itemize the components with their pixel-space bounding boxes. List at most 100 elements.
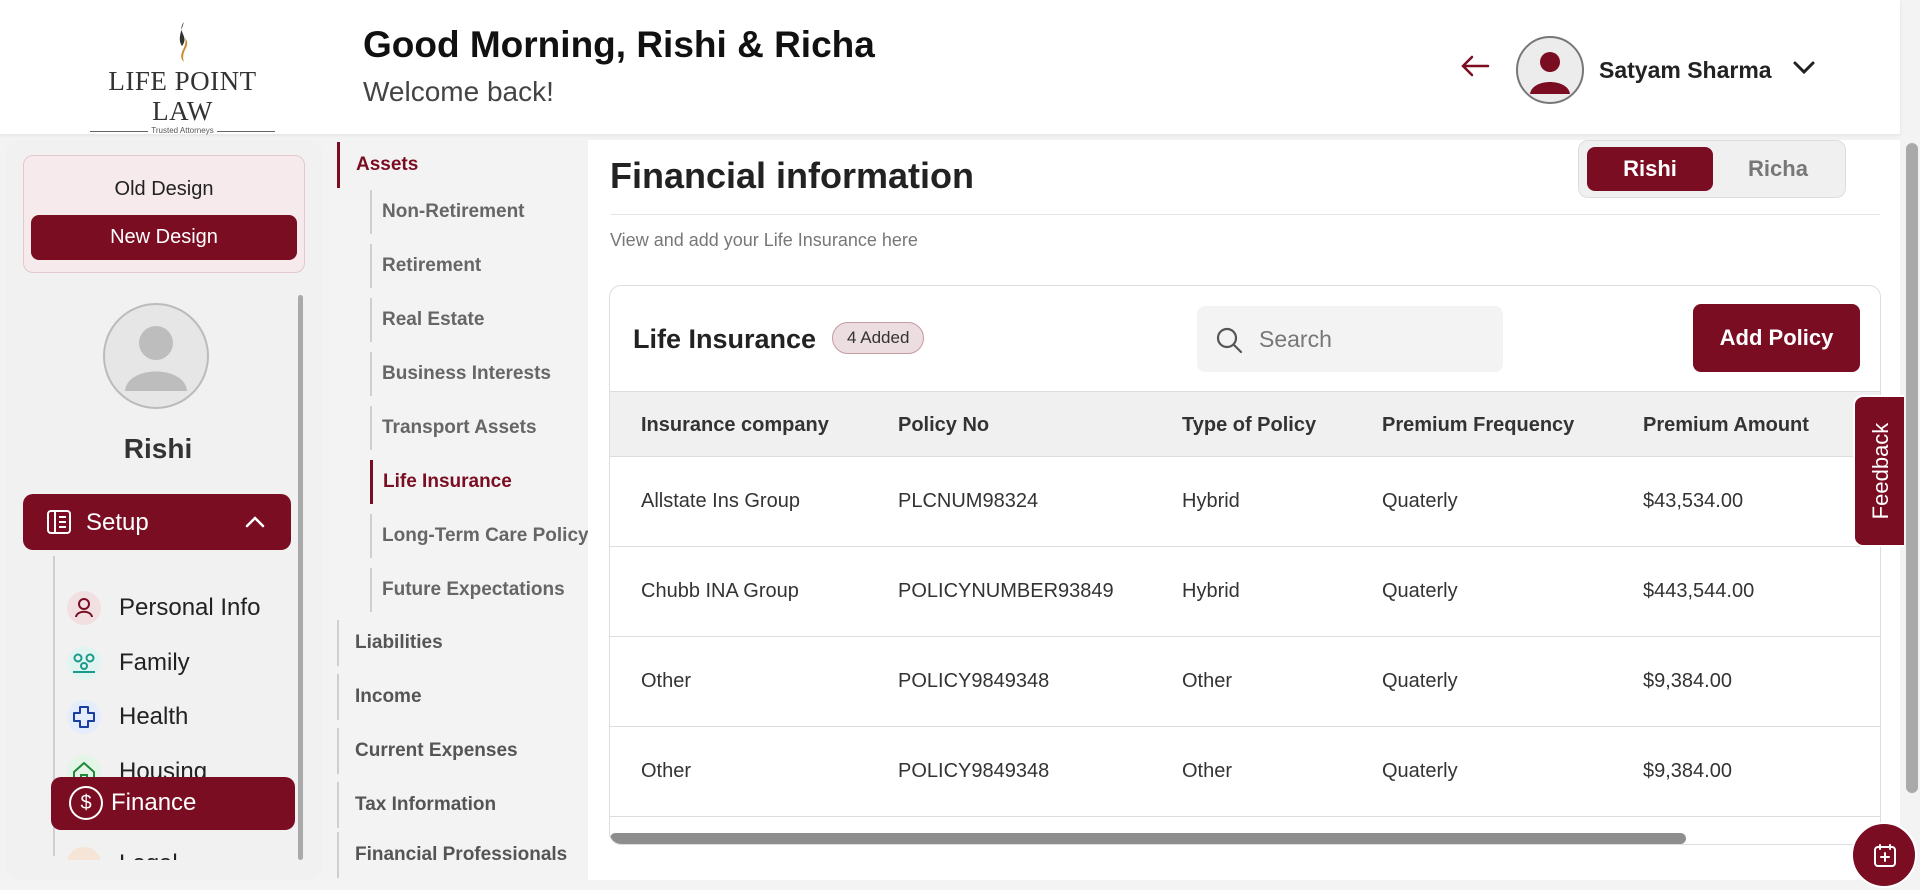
person-toggle: Rishi Richa xyxy=(1578,140,1846,198)
chevron-up-icon xyxy=(245,516,265,528)
profile-name: Rishi xyxy=(123,433,193,464)
cell-amount: $9,384.00 xyxy=(1643,760,1732,782)
left-sidebar: Old Design New Design Rishi Setup Person… xyxy=(5,140,323,880)
calendar-add-icon xyxy=(1874,844,1896,867)
logo-text: LIFE POINT LAW xyxy=(108,66,257,126)
sidebar-item-label: Finance xyxy=(111,789,197,816)
life-insurance-card: Life Insurance 4 Added Add Policy Insura… xyxy=(609,285,1881,845)
column-header[interactable]: Premium Amount xyxy=(1643,414,1809,437)
sidebar-item-finance[interactable]: $ Finance xyxy=(51,777,295,830)
cell-policy-no: PLCNUM98324 xyxy=(898,490,1039,512)
count-badge: 4 Added xyxy=(832,322,925,354)
table-row[interactable]: Other POLICY9849348 Other Quaterly $9,38… xyxy=(610,637,1880,727)
search-input[interactable] xyxy=(1259,322,1489,356)
nav-transport-assets[interactable]: Transport Assets xyxy=(370,406,537,450)
nav-retirement[interactable]: Retirement xyxy=(370,244,481,288)
cell-company: Allstate Ins Group xyxy=(641,490,800,512)
cell-policy-no: POLICYNUMBER93849 xyxy=(898,580,1114,602)
cell-frequency: Quaterly xyxy=(1382,760,1458,782)
nav-non-retirement[interactable]: Non-Retirement xyxy=(370,190,525,234)
table-row[interactable]: Other POLICY9849348 Other Quaterly $9,38… xyxy=(610,727,1880,817)
life-point-law-logo[interactable]: LIFE POINT LAW Trusted Attorneys xyxy=(80,20,285,135)
health-cross-icon xyxy=(67,700,101,734)
cell-company: Other xyxy=(641,670,692,692)
legal-icon xyxy=(67,847,101,860)
nav-assets[interactable]: Assets xyxy=(337,142,577,188)
column-header[interactable]: Insurance company xyxy=(641,414,829,437)
new-design-button[interactable]: New Design xyxy=(31,215,297,260)
user-avatar[interactable] xyxy=(1516,36,1584,104)
table-horizontal-scrollbar[interactable] xyxy=(610,833,1686,844)
nav-business-interests[interactable]: Business Interests xyxy=(370,352,551,396)
page-subtitle: View and add your Life Insurance here xyxy=(610,230,918,250)
nav-tax-information[interactable]: Tax Information xyxy=(337,782,577,828)
sidebar-item-label: Health xyxy=(119,703,189,730)
toggle-richa[interactable]: Richa xyxy=(1715,147,1841,191)
profile-avatar[interactable] xyxy=(103,303,209,409)
nav-long-term-care-policy[interactable]: Long-Term Care Policy xyxy=(370,514,589,558)
nav-liabilities[interactable]: Liabilities xyxy=(337,620,577,666)
cell-amount: $43,534.00 xyxy=(1643,490,1744,512)
sidebar-item-label: Personal Info xyxy=(119,594,261,621)
cell-frequency: Quaterly xyxy=(1382,490,1458,512)
top-header: LIFE POINT LAW Trusted Attorneys Good Mo… xyxy=(0,0,1900,135)
main-content: Financial information Rishi Richa View a… xyxy=(588,140,1900,880)
cell-policy-type: Other xyxy=(1182,760,1233,782)
table-row[interactable]: Allstate Ins Group PLCNUM98324 Hybrid Qu… xyxy=(610,457,1880,547)
family-icon xyxy=(67,646,101,680)
nav-financial-professionals[interactable]: Financial Professionals xyxy=(337,832,577,878)
toggle-rishi[interactable]: Rishi xyxy=(1587,147,1713,191)
sidebar-item-legal[interactable]: Legal xyxy=(67,840,267,860)
cell-amount: $443,544.00 xyxy=(1643,580,1755,602)
search-box xyxy=(1197,306,1503,372)
calendar-action-button[interactable] xyxy=(1851,822,1917,888)
cell-company: Other xyxy=(641,760,692,782)
nav-income[interactable]: Income xyxy=(337,674,577,720)
sidebar-item-label: Family xyxy=(119,649,190,676)
cell-policy-no: POLICY9849348 xyxy=(898,670,1050,692)
nav-current-expenses[interactable]: Current Expenses xyxy=(337,728,577,774)
cell-frequency: Quaterly xyxy=(1382,670,1458,692)
table-header: Insurance company Policy No Type of Poli… xyxy=(610,391,1880,457)
column-header[interactable]: Type of Policy xyxy=(1182,414,1316,437)
column-header[interactable]: Premium Frequency xyxy=(1382,414,1574,437)
cell-amount: $9,384.00 xyxy=(1643,670,1732,692)
logo-tagline: Trusted Attorneys xyxy=(80,126,285,136)
column-header[interactable]: Policy No xyxy=(898,414,989,437)
cell-company: Chubb INA Group xyxy=(641,580,799,602)
nav-future-expectations[interactable]: Future Expectations xyxy=(370,568,565,612)
user-name[interactable]: Satyam Sharma xyxy=(1599,57,1772,84)
add-policy-button[interactable]: Add Policy xyxy=(1693,304,1860,372)
setup-label: Setup xyxy=(86,509,149,536)
cell-policy-no: POLICY9849348 xyxy=(898,760,1050,782)
search-icon xyxy=(1216,327,1243,354)
cell-frequency: Quaterly xyxy=(1382,580,1458,602)
cell-policy-type: Hybrid xyxy=(1182,580,1240,602)
greeting-heading: Good Morning, Rishi & Richa xyxy=(363,24,875,65)
card-title: Life Insurance xyxy=(633,324,817,354)
asset-navigation: Assets Non-Retirement Retirement Real Es… xyxy=(333,140,589,880)
flame-logo-icon xyxy=(179,22,187,62)
setup-section-toggle[interactable]: Setup xyxy=(23,494,291,550)
chevron-down-icon[interactable] xyxy=(1792,60,1816,76)
user-silhouette-icon xyxy=(1530,52,1570,94)
user-silhouette-icon xyxy=(125,326,187,391)
person-icon xyxy=(67,591,101,625)
dollar-icon: $ xyxy=(69,786,103,820)
sidebar-scrollbar[interactable] xyxy=(298,295,303,860)
back-arrow-icon[interactable] xyxy=(1460,54,1490,78)
old-design-button[interactable]: Old Design xyxy=(24,178,304,201)
book-icon xyxy=(47,510,71,534)
divider xyxy=(610,214,1880,215)
cell-policy-type: Other xyxy=(1182,670,1233,692)
feedback-label: Feedback xyxy=(1867,422,1893,520)
nav-life-insurance[interactable]: Life Insurance xyxy=(370,460,512,504)
design-switcher: Old Design New Design xyxy=(23,155,305,273)
nav-real-estate[interactable]: Real Estate xyxy=(370,298,484,342)
cell-policy-type: Hybrid xyxy=(1182,490,1240,512)
page-scrollbar[interactable] xyxy=(1906,143,1918,793)
table-row[interactable]: Chubb INA Group POLICYNUMBER93849 Hybrid… xyxy=(610,547,1880,637)
welcome-text: Welcome back! xyxy=(363,76,554,107)
page-title: Financial information xyxy=(610,155,975,196)
feedback-tab[interactable]: Feedback xyxy=(1853,395,1908,547)
